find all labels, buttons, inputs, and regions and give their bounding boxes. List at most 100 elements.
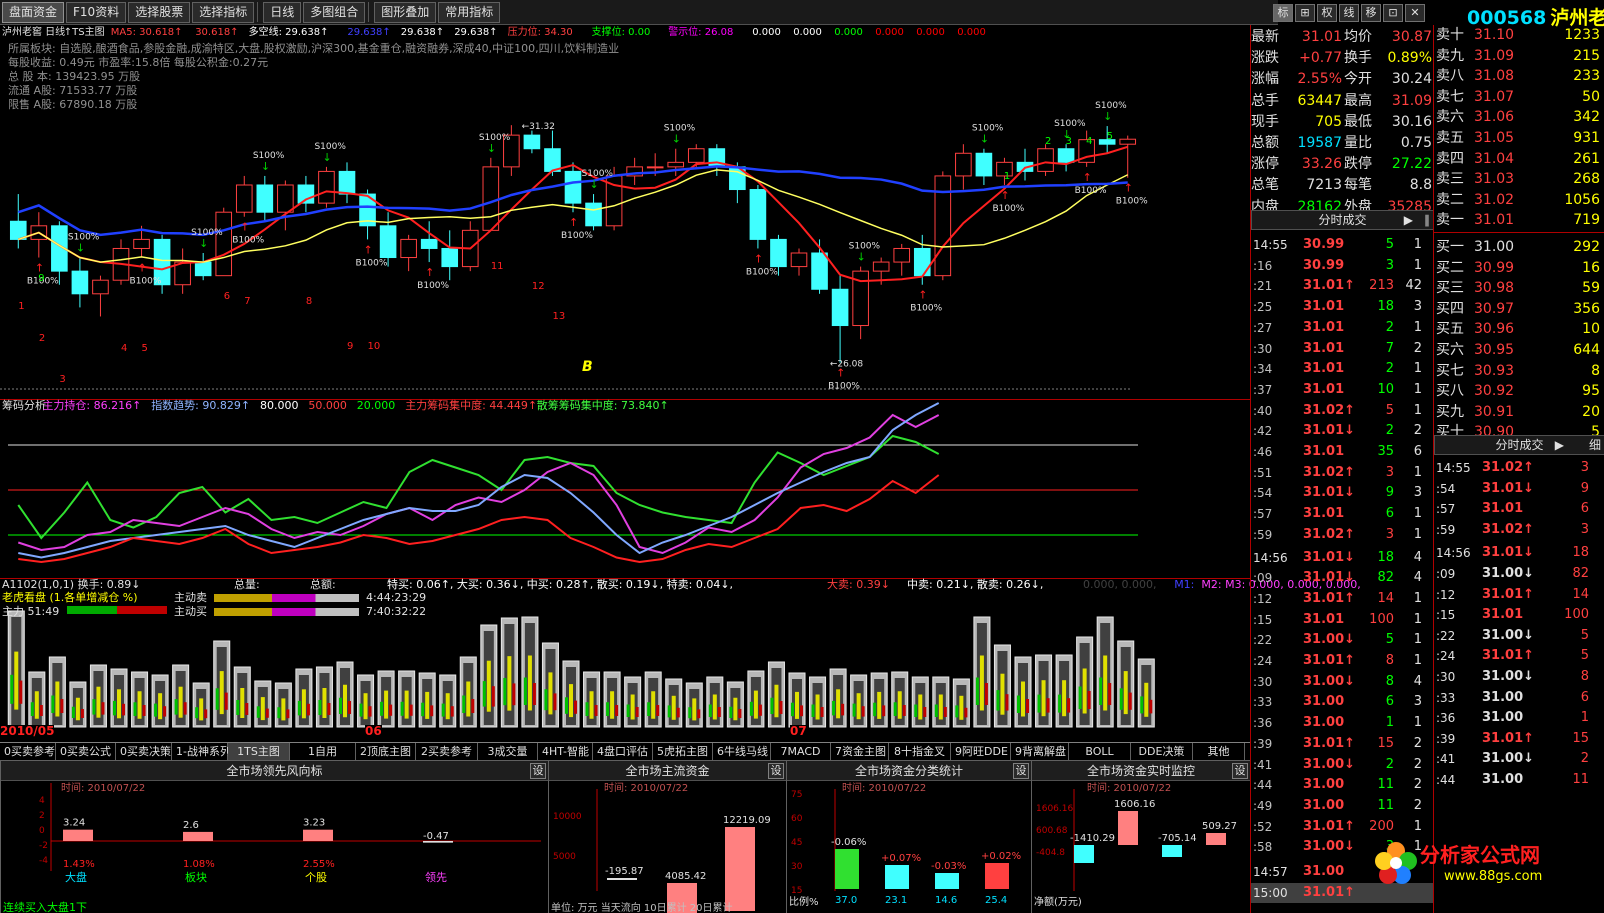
quote-label-2: 最低 — [1344, 113, 1372, 130]
tick-count: 3 — [1413, 485, 1422, 501]
tick-price: 31.00 — [1303, 777, 1345, 793]
ind-seg-7: 散筹筹码集中度: 73.840↑ — [536, 399, 669, 412]
buy-arrow-icon: ↑ — [138, 262, 147, 275]
tab-2[interactable]: 0买卖决策 — [116, 743, 172, 760]
tick-row-19: :22 31.00↓ 5 1 — [1251, 630, 1434, 651]
toolbar-btn-7[interactable]: 常用指标 — [438, 1, 501, 23]
tick2-time: :44 — [1436, 773, 1456, 787]
settings-button-0[interactable]: 设 — [530, 763, 546, 779]
list-icon[interactable]: ∥ — [1424, 211, 1430, 229]
panel-footer: 比例% — [789, 895, 819, 908]
settings-button-2[interactable]: 设 — [1013, 763, 1029, 779]
tab-5[interactable]: 1自用 — [290, 743, 356, 760]
chip-analysis-indicator[interactable]: 筹码分析 主力持仓: 86.216↑ 指数趋势: 90.829↑ 80.000 50.0… — [0, 399, 1250, 574]
tick-volume: 5 — [1385, 632, 1394, 648]
fenshi-header[interactable]: 分时成交 ▶ ∥ — [1251, 210, 1434, 230]
⊡[interactable]: ⊡ — [1383, 4, 1403, 22]
tab-4[interactable]: 1TS主图 — [228, 743, 290, 760]
toolbar-btn-3[interactable]: 选择指标 — [192, 1, 255, 23]
toolbar-btn-2[interactable]: 选择股票 — [128, 1, 191, 23]
sell-arrow-icon: ↓ — [1103, 110, 1112, 123]
buy-signal: B100% — [1116, 197, 1148, 207]
vol-seg-1: 总量: — [234, 578, 260, 591]
volume-red — [1067, 698, 1071, 713]
orderbook-row-8: 卖二 31.02 1056 — [1436, 190, 1604, 211]
volume-yellow — [1062, 680, 1067, 717]
candle-body — [544, 148, 561, 172]
tick-row-8: :40 31.02↑ 5 1 — [1251, 401, 1434, 422]
ob-price: 30.96 — [1474, 321, 1515, 338]
tick2-volume: 3 — [1580, 460, 1589, 475]
settings-button-3[interactable]: 设 — [1232, 763, 1248, 779]
tick-count: 2 — [1413, 756, 1422, 772]
volume-red — [512, 683, 516, 706]
panel-bar — [1206, 833, 1226, 845]
orderbook-row-11: 买二 30.99 16 — [1436, 258, 1604, 279]
buy-signal: B100% — [828, 382, 860, 392]
orderbook-row-1: 卖九 31.09 215 — [1436, 46, 1604, 67]
tick2-time: :24 — [1436, 649, 1456, 664]
volume-red — [80, 709, 84, 718]
tab-14[interactable]: 7资金主图 — [831, 743, 889, 760]
tab-0[interactable]: 0买卖参考 — [0, 743, 56, 760]
tab-11[interactable]: 5虎拓主图 — [653, 743, 713, 760]
tab-19[interactable]: DDE决策 — [1131, 743, 1193, 760]
play-icon-2[interactable]: ▶ — [1555, 436, 1564, 454]
toolbar-btn-4[interactable]: 日线 — [263, 1, 302, 23]
tick2-price: 31.01↑ — [1482, 586, 1535, 602]
volume-indicator[interactable]: A1102(1,0,1) 换手: 0.89↓ 总量: 总额: 特买: 0.06↑, 大… — [0, 578, 1361, 737]
tab-10[interactable]: 4盘口评估 — [593, 743, 653, 760]
tick2-volume: 82 — [1572, 566, 1589, 581]
volume-red — [60, 699, 64, 713]
✕[interactable]: ✕ — [1405, 4, 1425, 22]
volume-green — [380, 701, 384, 716]
tab-13[interactable]: 7MACD — [771, 743, 831, 760]
tab-6[interactable]: 2顶底主图 — [356, 743, 416, 760]
volume-red — [1026, 699, 1030, 713]
tab-9[interactable]: 4HT-智能 — [538, 743, 593, 760]
标[interactable]: 标 — [1273, 4, 1293, 22]
权[interactable]: 权 — [1317, 4, 1337, 22]
移[interactable]: 移 — [1361, 4, 1381, 22]
线[interactable]: 线 — [1339, 4, 1359, 22]
tab-16[interactable]: 9阿旺DDE — [951, 743, 1011, 760]
toolbar-btn-5[interactable]: 多图组合 — [303, 1, 366, 23]
tab-12[interactable]: 6牛线马线 — [713, 743, 771, 760]
volume-yellow — [651, 691, 656, 719]
tab-15[interactable]: 8十指金叉 — [889, 743, 951, 760]
tick2-row-13: :39 31.01↑ 15 — [1434, 729, 1604, 750]
tick-volume: 2 — [1385, 423, 1394, 439]
tab-17[interactable]: 9背离解盘 — [1011, 743, 1069, 760]
volume-green — [811, 704, 815, 717]
volume-yellow — [753, 690, 758, 719]
high-label: ←31.32 — [522, 122, 555, 132]
toolbar-btn-0[interactable]: 盘面资金 — [2, 1, 65, 23]
candle-body — [687, 148, 705, 163]
tick2-price: 31.00↓ — [1482, 751, 1535, 767]
tick-time: :58 — [1253, 840, 1273, 855]
tick2-volume: 14 — [1572, 586, 1589, 602]
fenshi-header-2[interactable]: 分时成交 ▶ 细 — [1434, 435, 1604, 455]
candlestick-chart[interactable]: S100% ↓ S100% ↓ S100% ↓ S100% ↓ S100% ↓ S100% ↓ S100… — [0, 39, 1250, 395]
tab-20[interactable]: 其他 — [1193, 743, 1245, 760]
quote-row-5: 总额 19587 量比 0.75 — [1251, 133, 1434, 154]
tab-7[interactable]: 2买卖参考 — [416, 743, 478, 760]
tab-1[interactable]: 0买卖公式 — [56, 743, 116, 760]
tab-8[interactable]: 3成交量 — [478, 743, 538, 760]
toolbar-btn-6[interactable]: 图形叠加 — [374, 1, 437, 23]
tick-price: 31.01 — [1303, 381, 1345, 397]
tab-3[interactable]: 1-战神系列 — [172, 743, 231, 760]
settings-button-1[interactable]: 设 — [768, 763, 784, 779]
panel-axis-tick: 5000 — [553, 852, 576, 862]
tick-count: 2 — [1413, 797, 1422, 813]
tick-volume: 35 — [1377, 444, 1394, 459]
detail-icon[interactable]: 细 — [1589, 436, 1601, 454]
tab-18[interactable]: BOLL — [1069, 743, 1131, 760]
⊞[interactable]: ⊞ — [1295, 4, 1315, 22]
quote-row-6: 涨停 33.26 跌停 27.22 — [1251, 154, 1434, 175]
toolbar-btn-1[interactable]: F10资料 — [66, 1, 127, 23]
tick-volume: 3 — [1385, 526, 1394, 542]
tick2-row-14: :41 31.00↓ 2 — [1434, 749, 1604, 770]
play-icon[interactable]: ▶ — [1404, 211, 1413, 229]
volume-yellow — [938, 694, 943, 720]
